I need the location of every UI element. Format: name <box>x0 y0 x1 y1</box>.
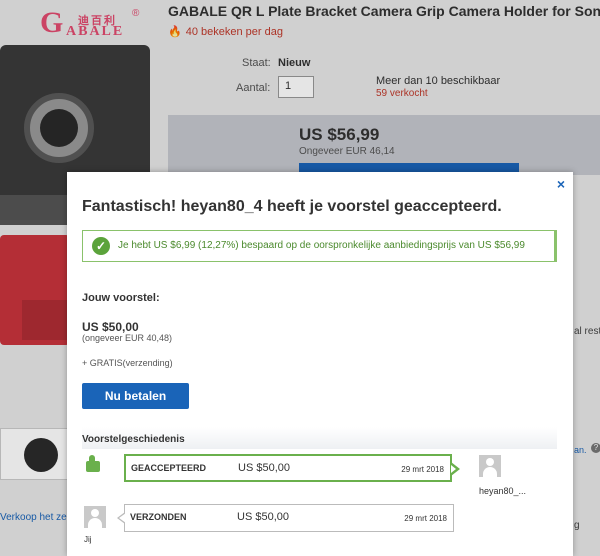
history-status: VERZONDEN <box>130 512 187 522</box>
history-status: GEACCEPTEERD <box>131 463 207 473</box>
bubble-arrow-inner <box>451 465 456 473</box>
history-title: Voorstelgeschiedenis <box>82 434 185 445</box>
seller-avatar <box>479 455 501 477</box>
avatar-head <box>91 509 99 517</box>
your-offer-price: US $50,00 <box>82 320 139 334</box>
history-date: 29 mrt 2018 <box>404 514 447 523</box>
savings-text: Je hebt US $6,99 (12,27%) bespaard op de… <box>118 240 525 251</box>
user-avatar <box>84 506 106 528</box>
thumbs-up-icon <box>82 455 102 473</box>
shipping-text: + GRATIS(verzending) <box>82 358 173 368</box>
checkmark-icon: ✓ <box>92 237 110 255</box>
history-amount: US $50,00 <box>238 462 290 474</box>
savings-banner: ✓ Je hebt US $6,99 (12,27%) bespaard op … <box>82 230 557 262</box>
bubble-arrow-inner <box>119 513 126 523</box>
avatar-body <box>483 467 497 477</box>
seller-name: heyan80_... <box>479 486 527 496</box>
dialog-title: Fantastisch! heyan80_4 heeft je voorstel… <box>82 198 502 215</box>
your-offer-label: Jouw voorstel: <box>82 292 160 304</box>
user-name: Jij <box>84 535 92 544</box>
offer-accepted-dialog: × Fantastisch! heyan80_4 heeft je voorst… <box>67 172 573 556</box>
thumb-palm <box>86 461 100 472</box>
avatar-head <box>486 458 494 466</box>
history-entry-sent: VERZONDEN US $50,00 29 mrt 2018 <box>117 504 454 532</box>
pay-now-button[interactable]: Nu betalen <box>82 383 189 409</box>
history-entry-accepted: GEACCEPTEERD US $50,00 29 mrt 2018 <box>124 454 460 482</box>
close-icon[interactable]: × <box>557 176 565 192</box>
history-amount: US $50,00 <box>237 511 289 523</box>
your-offer-approx: (ongeveer EUR 40,48) <box>82 333 173 343</box>
history-date: 29 mrt 2018 <box>401 465 444 474</box>
avatar-body <box>88 518 102 528</box>
